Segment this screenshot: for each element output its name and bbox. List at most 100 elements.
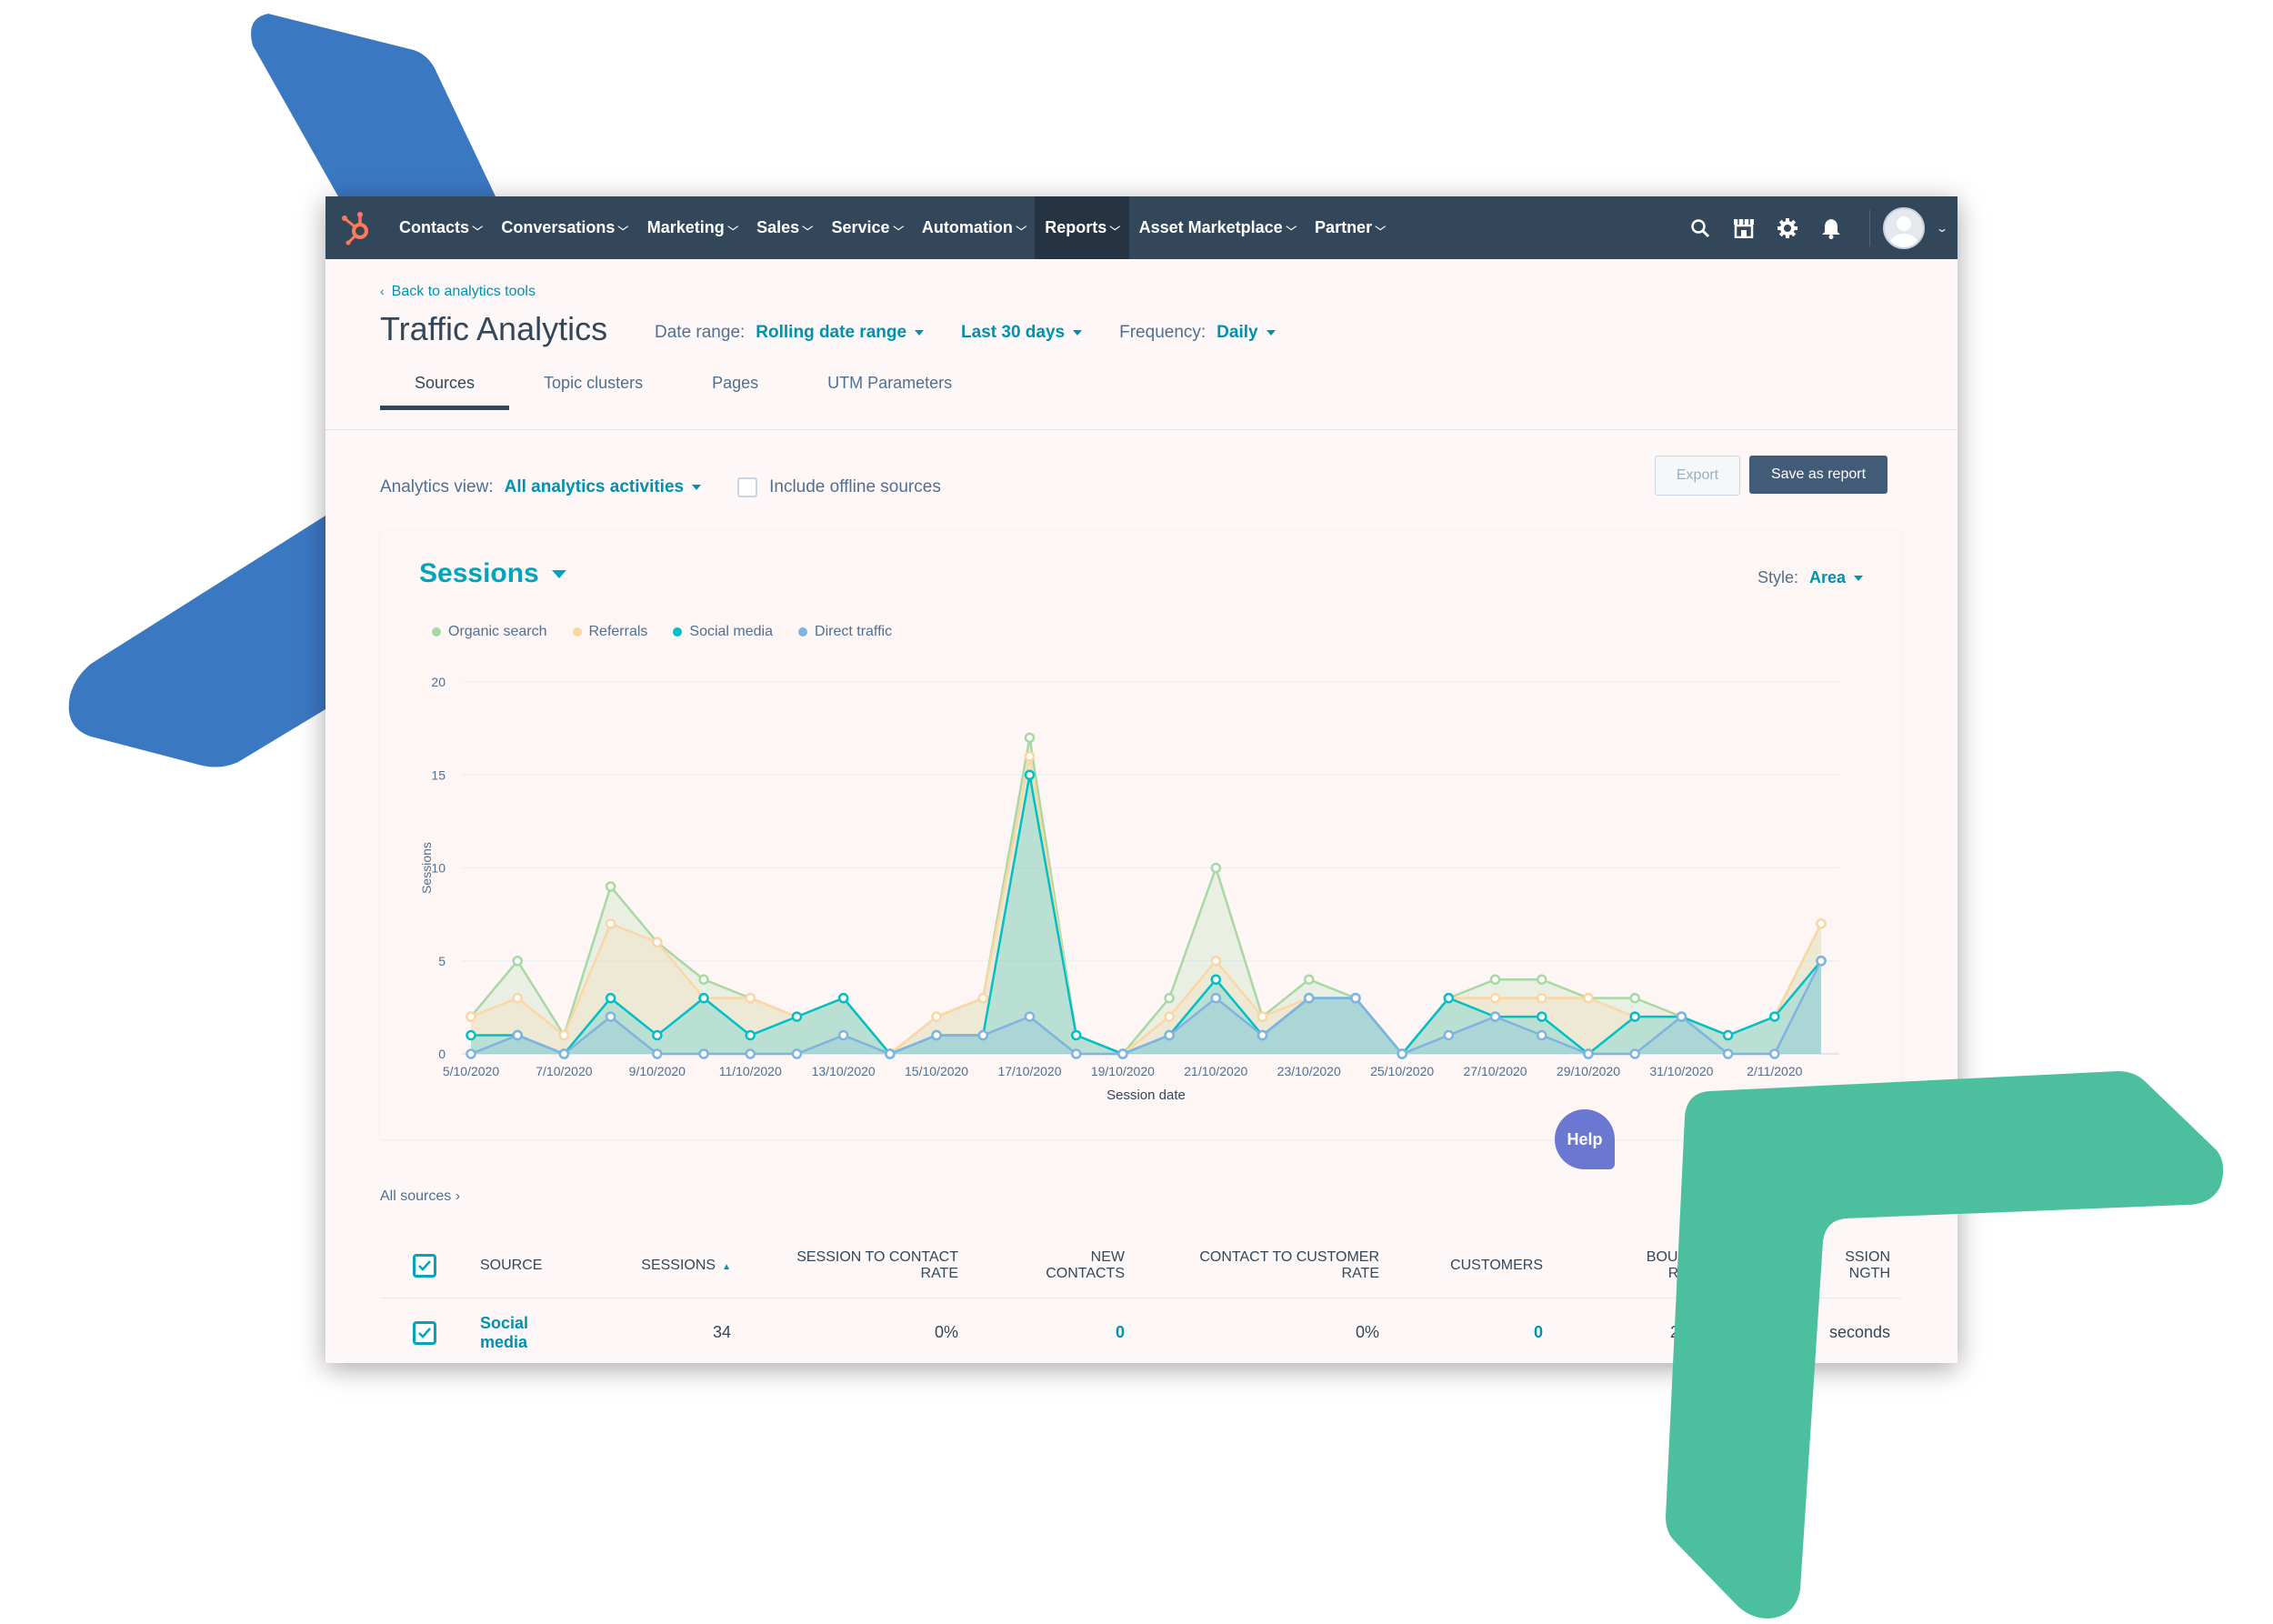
- data-point: [1350, 992, 1361, 1004]
- nav-item-partner[interactable]: Partner ⌵: [1305, 196, 1394, 259]
- x-tick-label: 25/10/2020: [1370, 1064, 1434, 1078]
- data-point: [1769, 1048, 1780, 1059]
- breadcrumb[interactable]: All sources ›: [380, 1188, 460, 1205]
- x-tick-label: 23/10/2020: [1277, 1064, 1341, 1078]
- settings-icon[interactable]: [1766, 196, 1809, 259]
- data-point: [1629, 1048, 1640, 1059]
- column-session-length[interactable]: SSION NGTH: [1699, 1249, 1901, 1282]
- x-tick-label: 21/10/2020: [1184, 1064, 1247, 1078]
- include-offline-checkbox[interactable]: [737, 477, 758, 497]
- nav-item-service[interactable]: Service ⌵: [822, 196, 912, 259]
- new-contacts-value[interactable]: 0: [969, 1323, 1136, 1342]
- data-point: [1070, 1029, 1082, 1041]
- tab-utm-parameters[interactable]: UTM Parameters: [793, 375, 986, 407]
- column-session-to-contact-rate[interactable]: SESSION TO CONTACT RATE: [742, 1249, 969, 1282]
- column-contact-to-customer-rate[interactable]: CONTACT TO CUSTOMER RATE: [1136, 1249, 1390, 1282]
- source-name: media: [480, 1332, 528, 1351]
- row-checkbox[interactable]: [413, 1320, 436, 1345]
- customers-value[interactable]: 0: [1390, 1323, 1554, 1342]
- data-point: [466, 1048, 476, 1059]
- help-button[interactable]: Help: [1555, 1109, 1615, 1169]
- marketplace-icon[interactable]: [1722, 196, 1766, 259]
- x-tick-label: 9/10/2020: [629, 1064, 686, 1078]
- data-point: [512, 992, 523, 1004]
- column-new-contacts[interactable]: NEW CONTACTS: [969, 1249, 1136, 1282]
- data-point: [1070, 1048, 1082, 1059]
- row-select-cell: [380, 1320, 469, 1345]
- hubspot-logo-icon[interactable]: [336, 207, 376, 247]
- data-point: [1164, 1011, 1175, 1022]
- nav-menu: Contacts ⌵ Conversations ⌵ Marketing ⌵ Sales ⌵ S…: [389, 196, 1394, 259]
- caret-down-icon: [915, 330, 925, 336]
- select-all-checkbox[interactable]: [413, 1253, 436, 1278]
- tab-pages[interactable]: Pages: [677, 375, 793, 407]
- nav-item-contacts[interactable]: Contacts ⌵: [389, 196, 491, 259]
- search-icon[interactable]: [1678, 196, 1722, 259]
- table-header: SOURCE SESSIONS ▲︎ SESSION TO CONTACT RATE…: [380, 1233, 1901, 1298]
- y-tick-label: 5: [438, 954, 446, 968]
- analytics-view-label: Analytics view:: [380, 477, 494, 496]
- analytics-view-dropdown[interactable]: All analytics activities: [505, 477, 702, 497]
- data-point: [931, 1011, 942, 1022]
- data-point: [1489, 974, 1501, 985]
- nav-utility-icons: ⌄: [1678, 196, 1948, 259]
- avatar[interactable]: [1882, 206, 1925, 249]
- nav-item-conversations[interactable]: Conversations ⌵: [491, 196, 636, 259]
- x-axis-title: Session date: [1106, 1088, 1186, 1103]
- data-point: [558, 1048, 570, 1059]
- column-customers[interactable]: CUSTOMERS: [1390, 1258, 1554, 1274]
- y-tick-label: 20: [431, 675, 446, 689]
- column-label: SESSION TO CONTACT: [796, 1248, 958, 1265]
- column-label: CONTACT TO CUSTOMER: [1199, 1248, 1379, 1265]
- nav-item-label: Automation: [921, 218, 1013, 236]
- chevron-down-icon: ⌵: [802, 222, 814, 233]
- nav-item-label: Contacts: [399, 218, 470, 236]
- data-point: [745, 1048, 756, 1059]
- data-point: [1722, 1048, 1734, 1059]
- date-range-dropdown[interactable]: Rolling date range: [756, 323, 925, 343]
- data-point: [1443, 1029, 1455, 1041]
- column-sessions[interactable]: SESSIONS ▲︎: [615, 1258, 742, 1274]
- data-point: [1629, 1011, 1640, 1022]
- page-content: ‹ Back to analytics tools Traffic Analyti…: [325, 259, 1958, 1363]
- date-range-value: Rolling date range: [756, 323, 907, 342]
- data-point: [1722, 1029, 1734, 1041]
- column-source[interactable]: SOURCE: [469, 1258, 615, 1274]
- back-link[interactable]: ‹ Back to analytics tools: [380, 284, 536, 300]
- chevron-down-icon[interactable]: ⌄: [1936, 222, 1948, 235]
- column-label: SSION: [1845, 1248, 1890, 1265]
- x-tick-label: 15/10/2020: [905, 1064, 968, 1078]
- session-to-contact-value: 0%: [934, 1323, 958, 1341]
- blue-top-shape: [251, 14, 496, 196]
- analytics-view-value: All analytics activities: [504, 477, 685, 496]
- caret-down-icon: [692, 485, 702, 490]
- frequency-dropdown[interactable]: Daily: [1217, 323, 1276, 343]
- source-link[interactable]: Social media: [469, 1314, 615, 1352]
- export-button[interactable]: Export: [1655, 456, 1740, 496]
- data-point: [1816, 956, 1827, 967]
- sessions-area-chart: 051015205/10/2020 7/10/2020 9/10/2020 11/10…: [419, 675, 1839, 1103]
- data-point: [837, 992, 849, 1004]
- period-dropdown[interactable]: Last 30 days: [961, 323, 1083, 343]
- frequency-label: Frequency:: [1119, 323, 1207, 342]
- save-as-report-button[interactable]: Save as report: [1749, 456, 1887, 494]
- nav-item-asset-marketplace[interactable]: Asset Marketplace ⌵: [1129, 196, 1305, 259]
- nav-item-sales[interactable]: Sales ⌵: [746, 196, 821, 259]
- source-name: Social: [480, 1313, 529, 1332]
- tab-sources[interactable]: Sources: [380, 375, 510, 410]
- chevron-down-icon: ⌵: [617, 222, 629, 233]
- data-point: [1210, 862, 1222, 874]
- nav-item-automation[interactable]: Automation ⌵: [912, 196, 1035, 259]
- x-tick-label: 27/10/2020: [1464, 1064, 1527, 1078]
- column-label: NGTH: [1848, 1265, 1890, 1281]
- tab-topic-clusters[interactable]: Topic clusters: [509, 375, 677, 407]
- column-bounce-rate[interactable]: BOUN RA: [1554, 1249, 1699, 1282]
- nav-item-marketing[interactable]: Marketing ⌵: [637, 196, 746, 259]
- column-label: BOUN: [1646, 1248, 1688, 1265]
- notifications-icon[interactable]: [1809, 196, 1853, 259]
- tabs-divider: [325, 429, 1958, 430]
- data-point: [1676, 1011, 1687, 1022]
- nav-item-reports[interactable]: Reports ⌵: [1035, 196, 1129, 259]
- data-point: [1537, 1029, 1547, 1041]
- date-range-label: Date range:: [655, 323, 746, 342]
